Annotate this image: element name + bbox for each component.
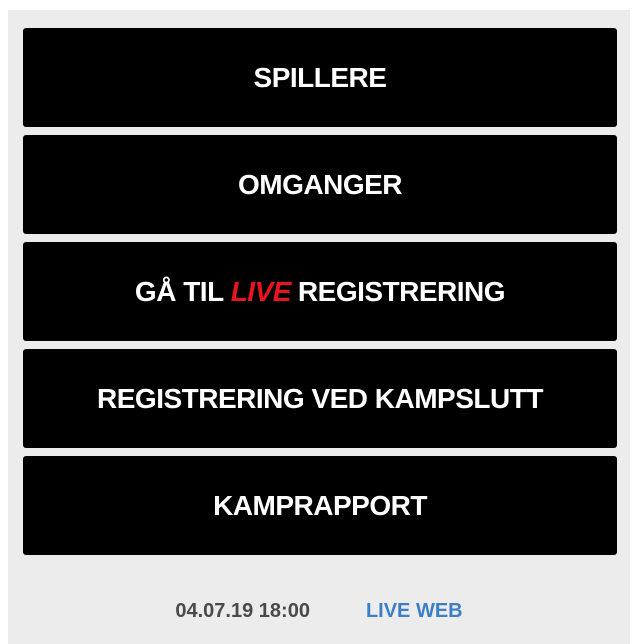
match-timestamp: 04.07.19 18:00 — [175, 600, 310, 622]
match-footer: 04.07.19 18:00 LIVE WEB — [8, 600, 630, 623]
match-report-label: KAMPRAPPORT — [213, 489, 427, 521]
live-registration-prefix: GÅ TIL — [134, 275, 224, 307]
live-registration-suffix: REGISTRERING — [297, 275, 506, 307]
live-registration-button[interactable]: GÅ TIL LIVE REGISTRERING — [23, 242, 617, 341]
match-menu: SPILLERE OMGANGER GÅ TIL LIVE REGISTRERI… — [23, 28, 617, 555]
players-button-label: SPILLERE — [253, 61, 387, 93]
end-of-match-registration-label: REGISTRERING VED KAMPSLUTT — [97, 382, 543, 414]
periods-button[interactable]: OMGANGER — [23, 135, 617, 234]
match-panel: SPILLERE OMGANGER GÅ TIL LIVE REGISTRERI… — [8, 10, 630, 644]
live-word: LIVE — [230, 275, 292, 307]
end-of-match-registration-button[interactable]: REGISTRERING VED KAMPSLUTT — [23, 349, 617, 448]
match-report-button[interactable]: KAMPRAPPORT — [23, 456, 617, 555]
periods-button-label: OMGANGER — [238, 168, 403, 200]
live-web-link[interactable]: LIVE WEB — [366, 600, 463, 623]
players-button[interactable]: SPILLERE — [23, 28, 617, 127]
